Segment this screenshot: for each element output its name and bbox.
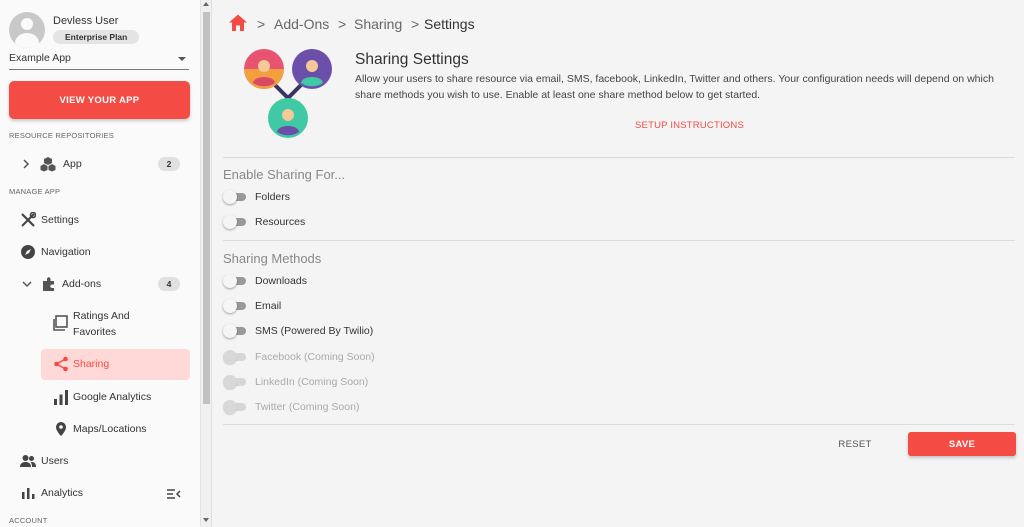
sidebar-item-label: Navigation [41, 246, 91, 258]
home-icon[interactable] [228, 13, 248, 33]
collapse-menu-icon[interactable] [166, 488, 181, 500]
twitter-toggle [223, 400, 247, 414]
section-label-resource: RESOURCE REPOSITORIES [9, 131, 114, 140]
setup-instructions-link[interactable]: SETUP INSTRUCTIONS [635, 120, 744, 131]
sharing-illustration [244, 49, 332, 138]
share-icon [54, 356, 68, 372]
breadcrumb-item-addons[interactable]: Add-Ons [274, 16, 329, 32]
sidebar-item-label: Maps/Locations [73, 423, 147, 435]
sidebar-item-addons[interactable]: Add-ons 4 [0, 270, 200, 298]
scroll-down-icon[interactable] [203, 518, 209, 522]
toggle-row-folders: Folders [223, 189, 523, 205]
tools-icon [21, 212, 36, 227]
breadcrumb-separator: > [257, 16, 266, 32]
sidebar-item-label-line2: Favorites [73, 326, 117, 338]
breadcrumb-separator: > [411, 16, 420, 32]
sidebar-item-label: Users [41, 455, 69, 467]
sidebar-item-label: Add-ons [62, 278, 102, 290]
linkedin-toggle [223, 375, 247, 389]
chevron-right-icon[interactable] [22, 159, 30, 169]
toggle-row-twitter: Twitter (Coming Soon) [223, 399, 523, 415]
puzzle-icon [43, 277, 54, 291]
ratings-icon [53, 315, 68, 331]
scroll-up-icon[interactable] [203, 2, 209, 6]
facebook-toggle [223, 350, 247, 364]
toggle-label: Email [255, 300, 282, 312]
sidebar-scrollbar[interactable] [201, 0, 212, 527]
downloads-toggle[interactable] [223, 274, 247, 288]
resources-toggle[interactable] [223, 215, 247, 229]
enable-sharing-title: Enable Sharing For... [223, 167, 346, 182]
toggle-row-sms: SMS (Powered By Twilio) [223, 323, 523, 339]
sidebar-item-label: Settings [41, 214, 79, 226]
app-select-value: Example App [9, 52, 71, 64]
people-icon [20, 455, 36, 467]
sidebar-item-label: App [63, 158, 82, 170]
sidebar-item-label: Sharing [73, 358, 110, 370]
toggle-row-email: Email [223, 298, 523, 314]
toggle-label: LinkedIn (Coming Soon) [255, 376, 369, 388]
toggle-row-resources: Resources [223, 214, 523, 230]
sidebar-item-maps[interactable]: Maps/Locations [0, 415, 200, 443]
sidebar-item-label: Analytics [41, 487, 84, 499]
sidebar-item-sharing[interactable]: Sharing [0, 350, 200, 378]
user-name: Devless User [53, 15, 119, 27]
count-badge: 4 [158, 277, 180, 291]
toggle-row-facebook: Facebook (Coming Soon) [223, 349, 523, 365]
sidebar-item-navigation[interactable]: Navigation [0, 238, 200, 266]
chevron-down-icon[interactable] [22, 280, 32, 288]
page-description: Allow your users to share resource via e… [355, 73, 994, 101]
divider [223, 157, 1015, 158]
sms-toggle[interactable] [223, 324, 247, 338]
toggle-label: Folders [255, 191, 291, 203]
toggle-label: Twitter (Coming Soon) [255, 401, 360, 413]
view-your-app-button[interactable]: VIEW YOUR APP [9, 81, 190, 119]
email-toggle[interactable] [223, 299, 247, 313]
map-pin-icon [56, 422, 66, 436]
divider [223, 424, 1015, 425]
sidebar-item-analytics[interactable]: Analytics [0, 479, 200, 507]
sidebar-item-settings[interactable]: Settings [0, 206, 200, 234]
sidebar-item-google-analytics[interactable]: Google Analytics [0, 383, 200, 411]
sidebar-item-ratings[interactable]: Ratings And Favorites [0, 307, 200, 343]
reset-button[interactable]: RESET [828, 436, 882, 452]
app-select[interactable]: Example App [9, 52, 189, 70]
folders-toggle[interactable] [223, 190, 247, 204]
toggle-row-linkedin: LinkedIn (Coming Soon) [223, 374, 523, 390]
toggle-label: Facebook (Coming Soon) [255, 351, 375, 363]
breadcrumb-item-sharing[interactable]: Sharing [354, 16, 402, 32]
sidebar-item-label-line1: Ratings And [73, 310, 130, 322]
breadcrumb: > Add-Ons > Sharing > Settings [228, 13, 528, 33]
page-title: Sharing Settings [355, 51, 469, 68]
breadcrumb-separator: > [338, 16, 347, 32]
save-button[interactable]: SAVE [908, 432, 1016, 456]
sidebar-item-users[interactable]: Users [0, 447, 200, 475]
sidebar-item-app[interactable]: App 2 [0, 150, 200, 178]
account-circle-icon [9, 12, 45, 48]
toggle-row-downloads: Downloads [223, 273, 523, 289]
analytics-icon [22, 488, 35, 499]
compass-icon [21, 245, 35, 259]
plan-badge: Enterprise Plan [53, 30, 140, 44]
user-profile[interactable]: Devless User Enterprise Plan [9, 12, 199, 48]
caret-down-icon [178, 57, 186, 61]
cubes-icon [40, 157, 56, 172]
divider [223, 240, 1015, 241]
toggle-label: Resources [255, 216, 306, 228]
section-label-manage: MANAGE APP [9, 187, 61, 196]
count-badge: 2 [158, 157, 180, 171]
bar-chart-icon [54, 390, 68, 405]
sidebar: Devless User Enterprise Plan Example App… [0, 0, 201, 527]
sidebar-item-label: Google Analytics [73, 391, 152, 403]
toggle-label: Downloads [255, 275, 307, 287]
breadcrumb-item-current: Settings [424, 16, 475, 32]
scrollbar-thumb[interactable] [203, 12, 210, 404]
sharing-methods-title: Sharing Methods [223, 251, 322, 266]
main-content: > Add-Ons > Sharing > Settings Sharing S… [212, 0, 1024, 527]
section-label-account: ACCOUNT [9, 516, 48, 525]
toggle-label: SMS (Powered By Twilio) [255, 325, 374, 337]
